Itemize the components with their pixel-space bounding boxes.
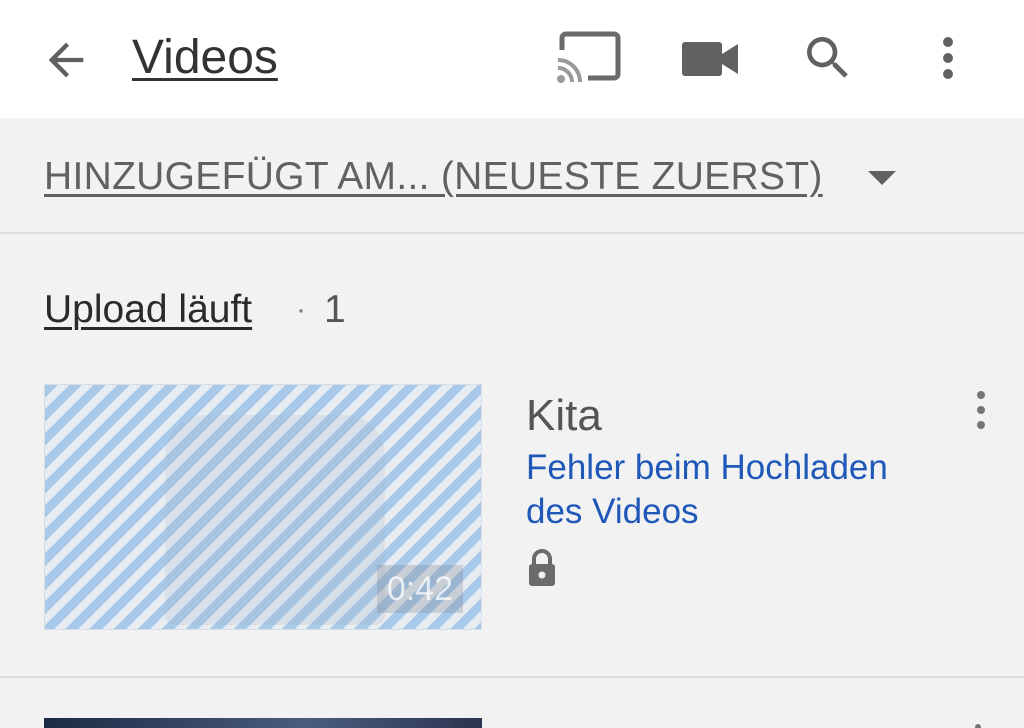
lock-icon	[529, 549, 555, 586]
arrow-left-icon[interactable]	[40, 34, 92, 86]
next-video-thumbnail[interactable]	[44, 718, 482, 728]
video-thumbnail[interactable]: 0:42	[44, 384, 482, 630]
section-title: Upload läuft	[44, 288, 253, 331]
section-count: 1	[324, 288, 346, 331]
video-title[interactable]: Kita	[526, 390, 602, 442]
video-duration: 0:42	[376, 565, 463, 613]
thumbnail-image	[165, 415, 385, 625]
list-divider	[0, 676, 1024, 678]
sort-label[interactable]: HINZUGEFÜGT AM... (NEUESTE ZUERST)	[44, 154, 823, 200]
video-camera-icon[interactable]	[680, 36, 740, 82]
upload-error-status: Fehler beim Hochladen des Videos	[526, 448, 888, 531]
next-video-options-icon[interactable]	[974, 718, 982, 728]
app-bar: Videos	[0, 0, 1024, 118]
page-title: Videos	[132, 31, 278, 84]
more-vert-icon[interactable]	[930, 30, 966, 86]
search-icon[interactable]	[800, 30, 856, 86]
video-options-icon[interactable]	[970, 388, 992, 432]
sort-bar[interactable]: HINZUGEFÜGT AM... (NEUESTE ZUERST)	[0, 118, 1024, 234]
section-separator: ·	[296, 293, 306, 326]
cast-icon[interactable]	[552, 30, 622, 86]
dropdown-caret-icon[interactable]	[866, 168, 898, 188]
